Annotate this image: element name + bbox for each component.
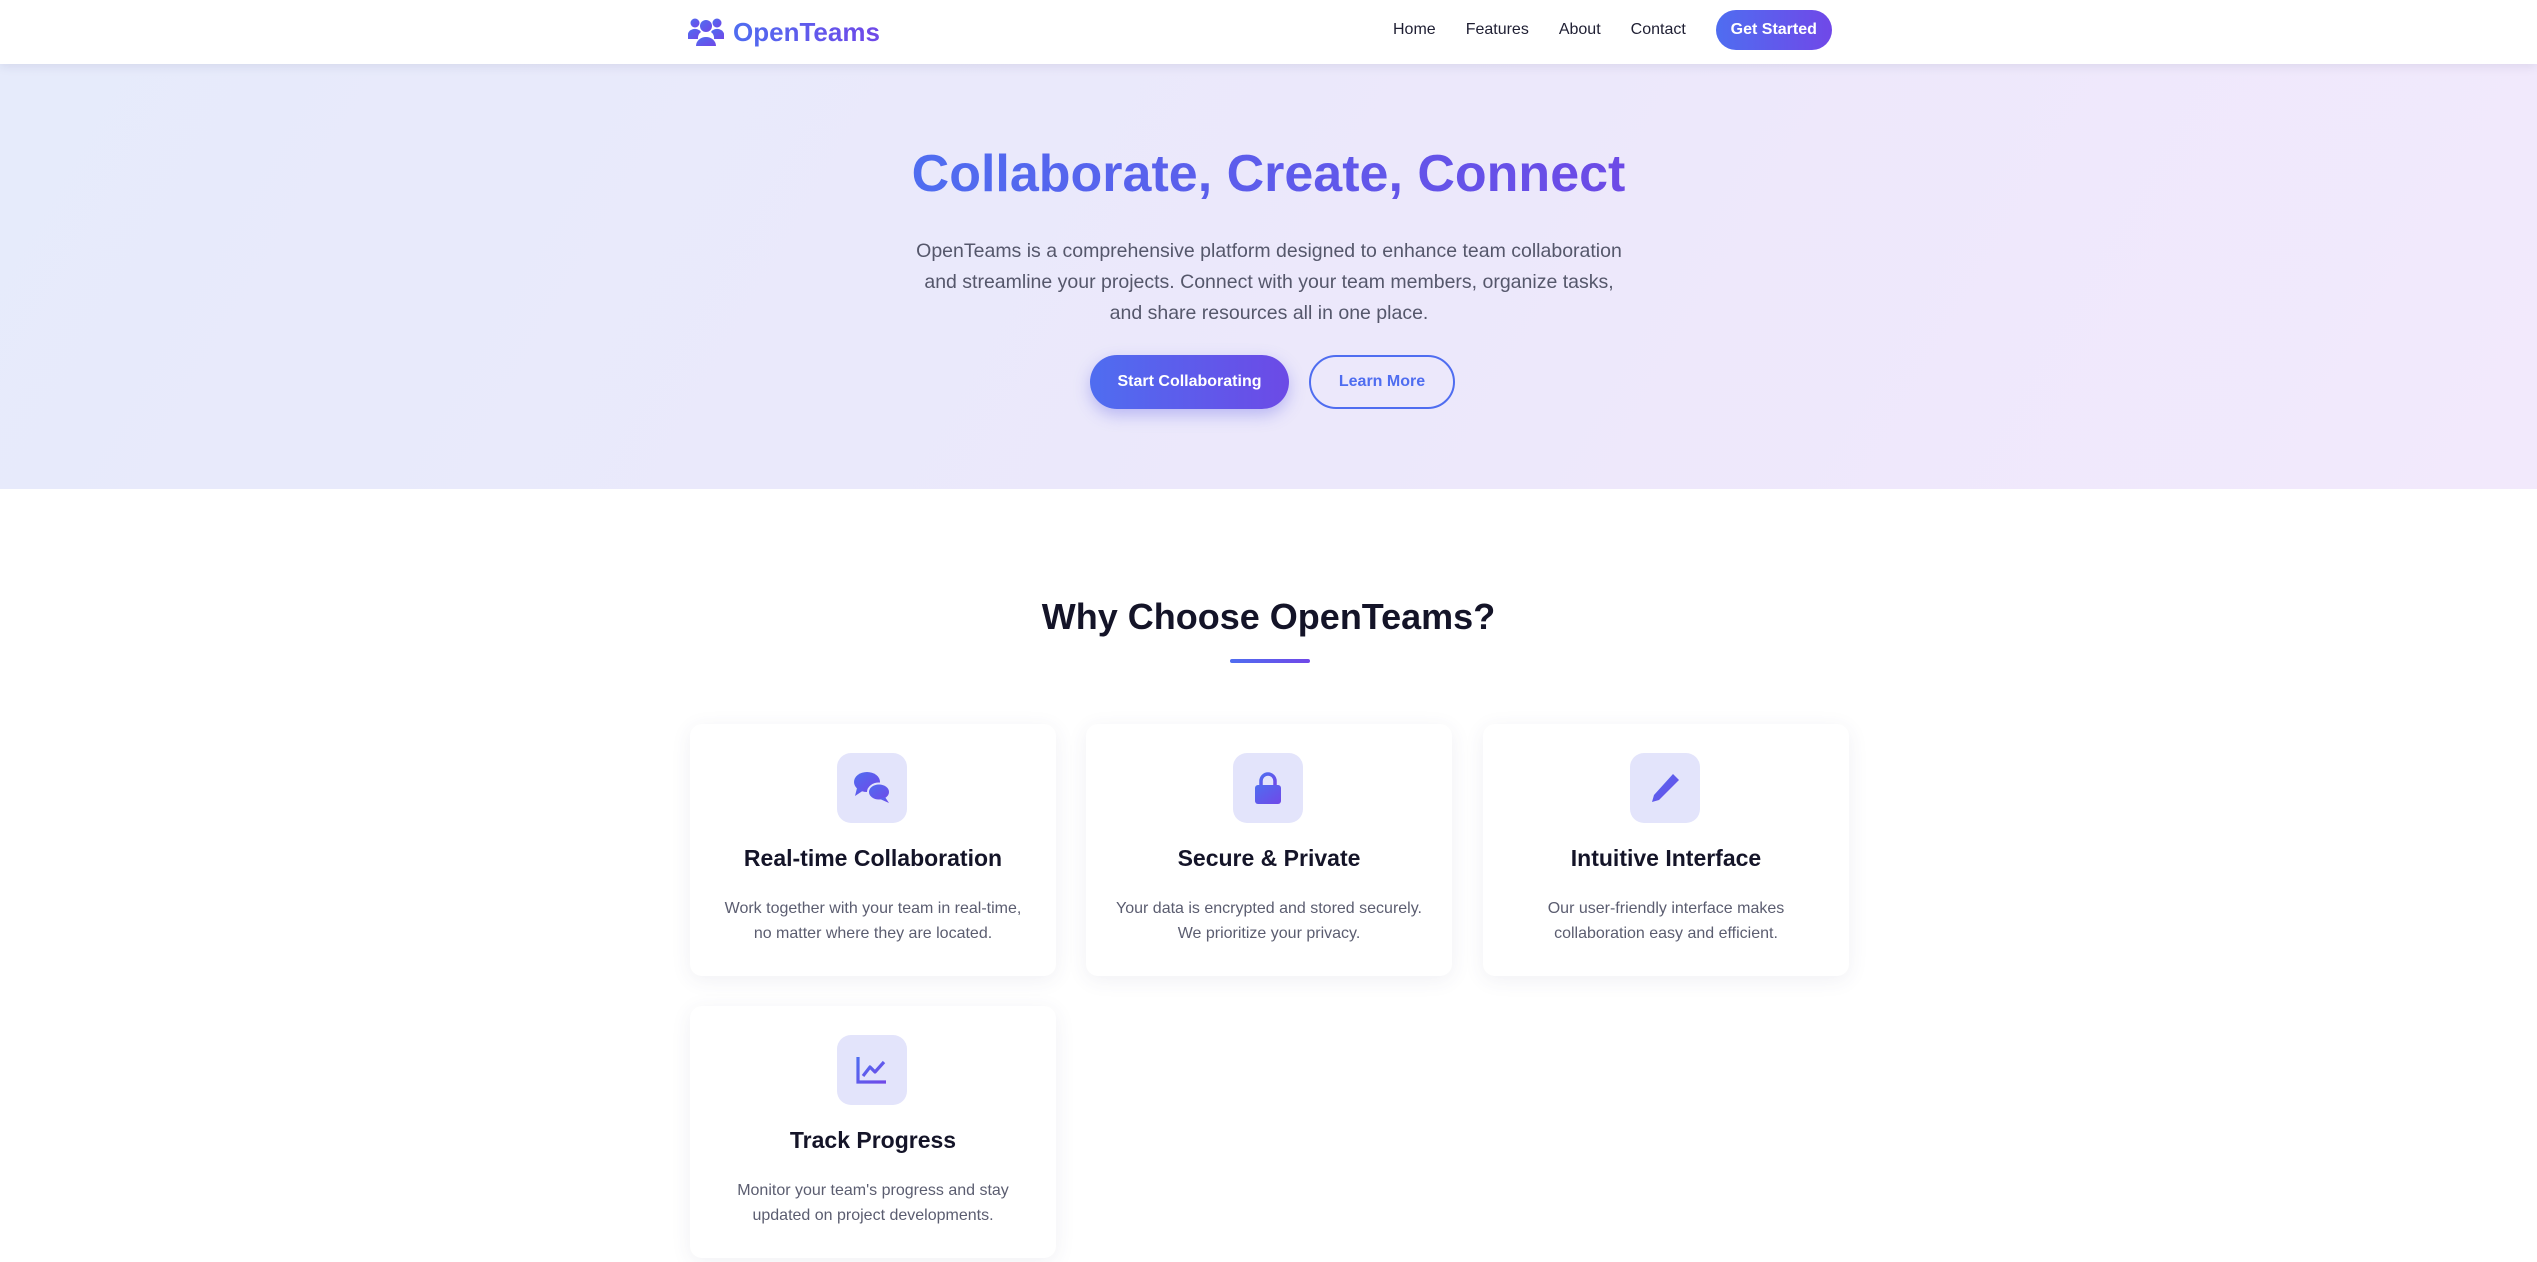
start-collaborating-button[interactable]: Start Collaborating	[1090, 355, 1289, 409]
title-underline	[1230, 659, 1310, 663]
feature-title: Secure & Private	[1177, 845, 1361, 871]
feature-description-line: Monitor your team's progress and stay	[737, 1182, 1009, 1199]
hero-description-line: and streamline your projects. Connect wi…	[924, 271, 1614, 293]
brand-name: OpenTeams	[733, 16, 880, 47]
hero-buttons: Start Collaborating Learn More	[0, 355, 2537, 409]
feature-description: Work together with your team in real-tim…	[710, 896, 1036, 946]
brand-logo[interactable]: OpenTeams	[688, 12, 880, 52]
hero-description-line: and share resources all in one place.	[1109, 302, 1429, 324]
learn-more-button[interactable]: Learn More	[1309, 355, 1455, 409]
feature-card-realtime: Real-time Collaboration Work together wi…	[690, 724, 1056, 976]
hero-section: Collaborate, Create, Connect OpenTeams i…	[0, 64, 2537, 489]
features-title: Why Choose OpenTeams?	[1041, 596, 1496, 637]
hero-title-text: Collaborate, Create, Connect	[911, 145, 1626, 203]
feature-card-secure: Secure & Private Your data is encrypted …	[1086, 724, 1452, 976]
feature-description-line: collaboration easy and efficient.	[1554, 925, 1778, 942]
feature-card-track-progress: Track Progress Monitor your team's progr…	[690, 1006, 1056, 1258]
feature-description-line: Your data is encrypted and stored secure…	[1116, 900, 1422, 917]
feature-description-line: Our user-friendly interface makes	[1547, 900, 1785, 917]
feature-title: Track Progress	[789, 1127, 957, 1153]
feature-description-line: updated on project developments.	[752, 1207, 994, 1224]
hero-title: Collaborate, Create, Connect	[0, 144, 2537, 204]
hero-description: OpenTeams is a comprehensive platform de…	[913, 236, 1625, 329]
feature-title: Real-time Collaboration	[743, 845, 1003, 871]
feature-description: Your data is encrypted and stored secure…	[1106, 896, 1432, 946]
nav-links: Home Features About Contact Get Started	[1393, 0, 1832, 60]
pen-icon	[1630, 753, 1700, 823]
feature-description-line: We prioritize your privacy.	[1177, 925, 1361, 942]
chart-line-icon	[837, 1035, 907, 1105]
feature-description-line: Work together with your team in real-tim…	[724, 900, 1022, 917]
lock-icon	[1233, 753, 1303, 823]
feature-description: Our user-friendly interface makes collab…	[1503, 896, 1829, 946]
feature-card-intuitive: Intuitive Interface Our user-friendly in…	[1483, 724, 1849, 976]
nav-link-contact[interactable]: Contact	[1631, 21, 1686, 39]
feature-description-line: no matter where they are located.	[753, 925, 993, 942]
users-icon	[688, 18, 724, 46]
nav-link-features[interactable]: Features	[1466, 21, 1529, 39]
feature-title: Intuitive Interface	[1570, 845, 1762, 871]
get-started-button[interactable]: Get Started	[1715, 10, 1832, 50]
nav-link-about[interactable]: About	[1559, 21, 1601, 39]
navbar: OpenTeams Home Features About Contact Ge…	[0, 0, 2537, 64]
nav-link-home[interactable]: Home	[1393, 21, 1436, 39]
comments-icon	[837, 753, 907, 823]
hero-description-line: OpenTeams is a comprehensive platform de…	[916, 240, 1622, 262]
feature-description: Monitor your team's progress and stay up…	[710, 1178, 1036, 1228]
